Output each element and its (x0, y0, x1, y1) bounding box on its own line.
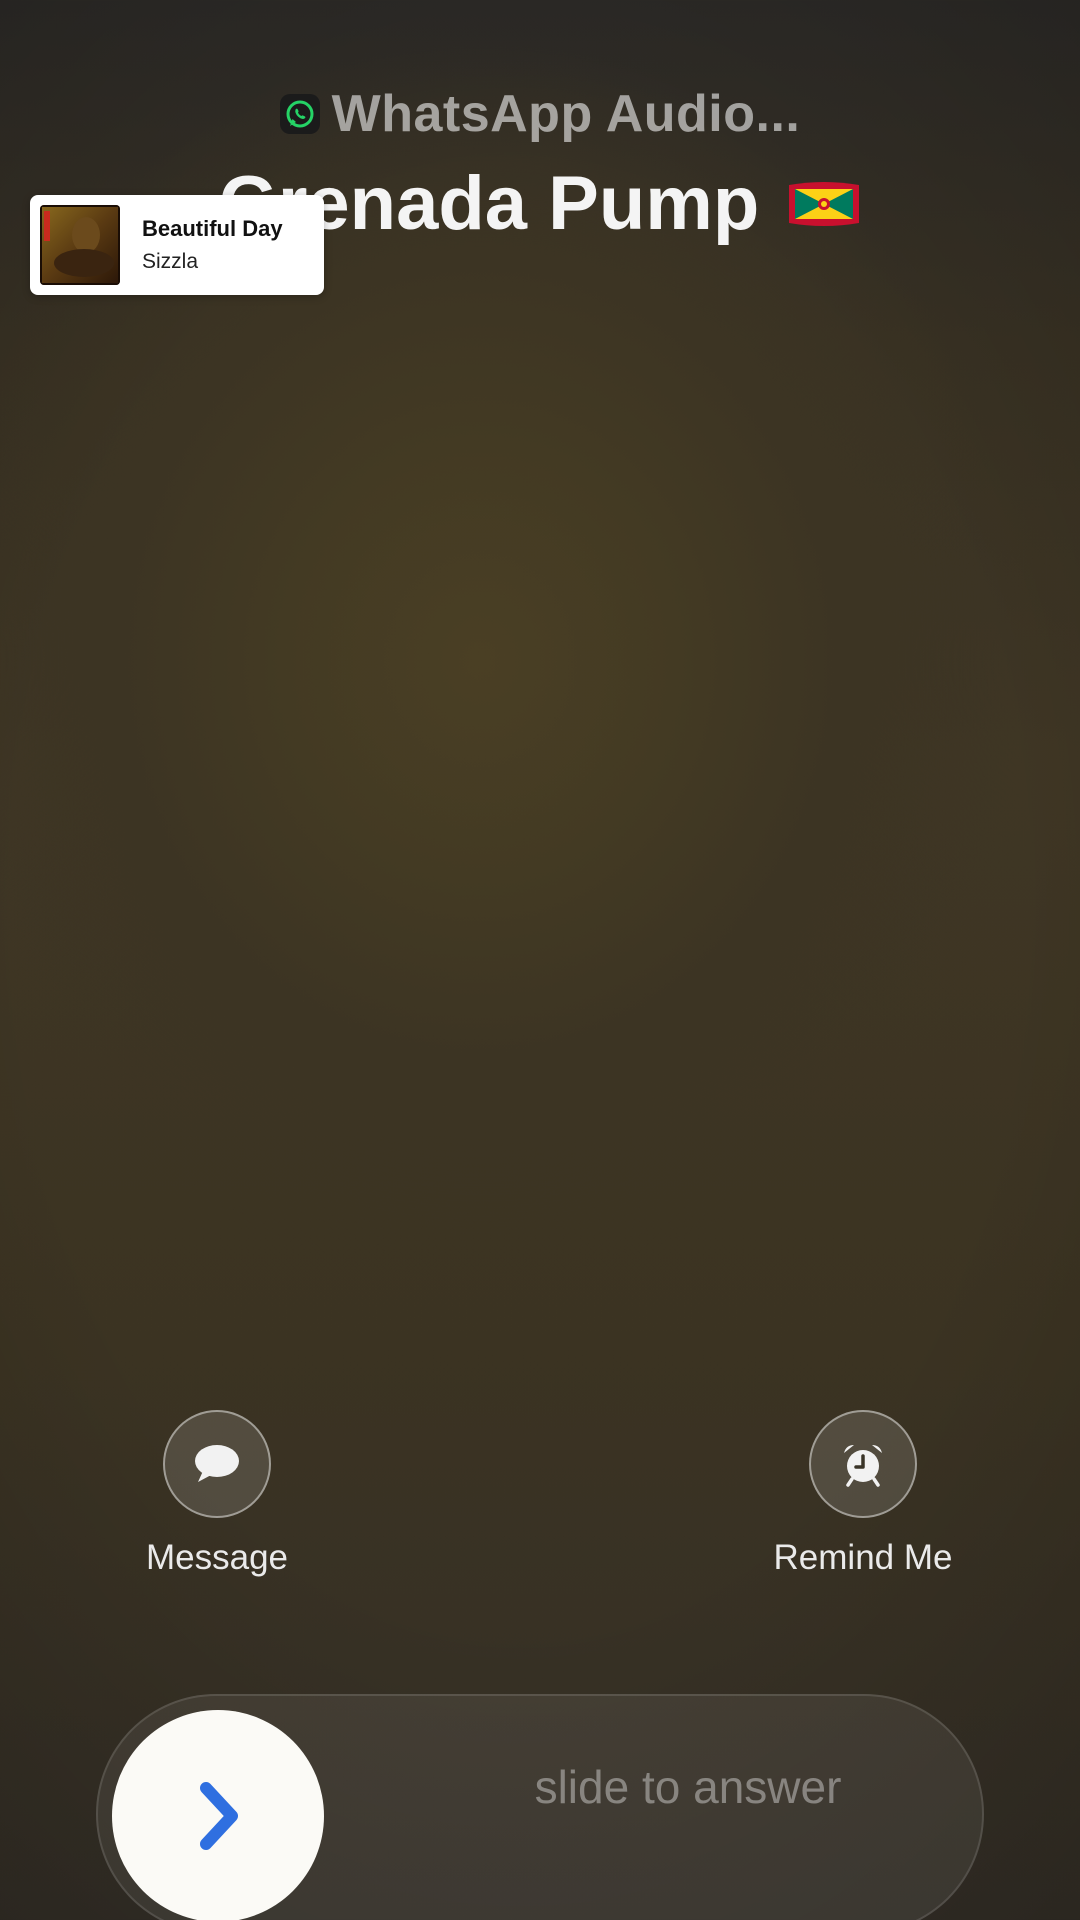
now-playing-artist: Sizzla (142, 250, 199, 273)
message-bubble-icon (195, 1445, 239, 1482)
slide-to-answer-knob[interactable] (112, 1710, 324, 1920)
slide-to-answer-label: slide to answer (534, 1761, 842, 1813)
whatsapp-icon (279, 94, 320, 134)
remind-me-label: Remind Me (773, 1538, 953, 1577)
message-label: Message (145, 1538, 289, 1577)
call-source: WhatsApp Audio... (0, 84, 1080, 144)
album-art (40, 205, 120, 285)
now-playing-title: Beautiful Day (142, 216, 283, 241)
alarm-clock-icon (844, 1445, 882, 1487)
message-button[interactable] (163, 1410, 271, 1518)
chevron-right-icon (200, 1782, 238, 1850)
remind-me-button[interactable] (809, 1410, 917, 1518)
message-action: Message (97, 1410, 337, 1578)
grenada-flag-icon (789, 181, 860, 226)
slide-to-answer-track[interactable]: slide to answer (96, 1694, 984, 1920)
now-playing-banner[interactable]: Beautiful Day Sizzla (30, 195, 324, 295)
remind-me-action: Remind Me (743, 1410, 983, 1578)
source-app-label: WhatsApp Audio... (331, 85, 801, 143)
